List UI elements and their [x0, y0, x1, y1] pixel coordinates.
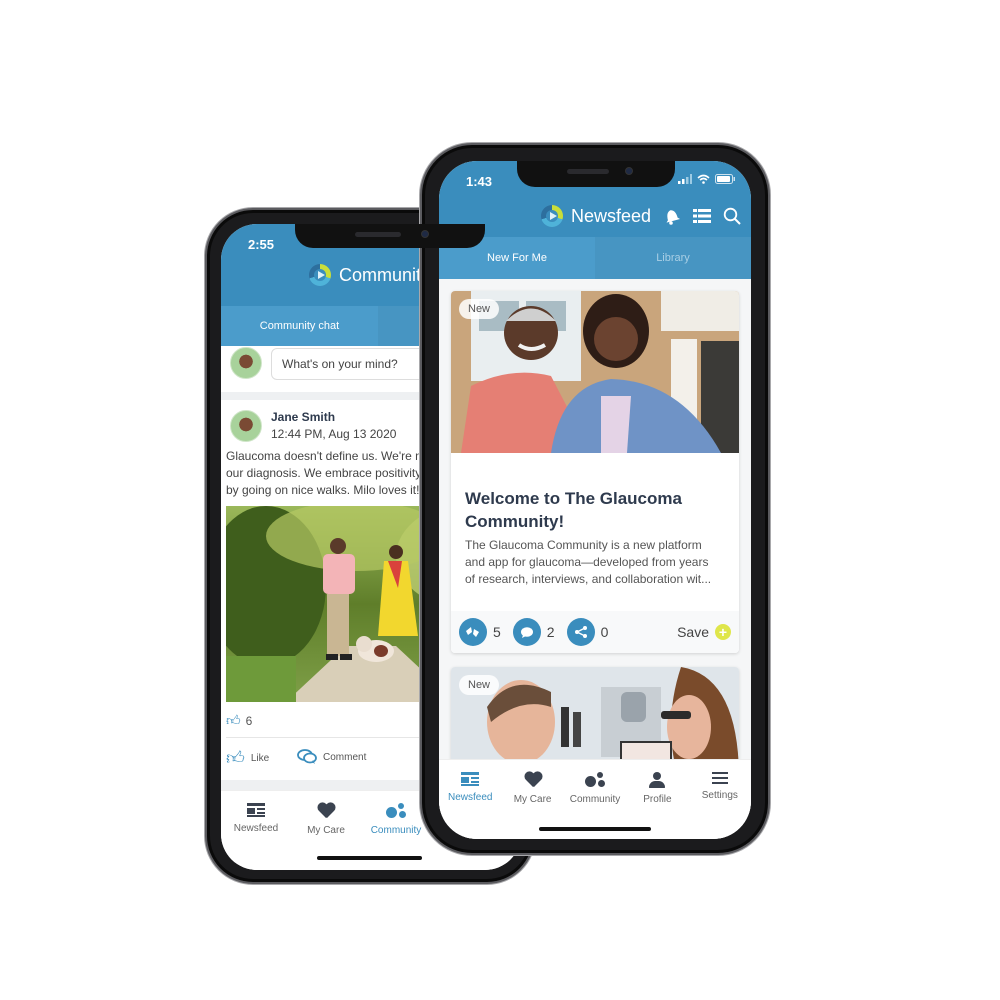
- card-actions: 5 2 0 Save +: [451, 611, 739, 653]
- new-badge: New: [459, 675, 500, 695]
- share-button[interactable]: [566, 618, 595, 646]
- comment-icon: [520, 626, 533, 638]
- search-icon[interactable]: [723, 207, 741, 225]
- community-icon: [386, 803, 406, 819]
- notch: [295, 224, 485, 248]
- battery-icon: [715, 174, 735, 184]
- status-icons: [678, 174, 735, 184]
- post-text-line-1: Glaucoma doesn't define us. We're n: [226, 449, 422, 463]
- post-text-line-2: our diagnosis. We embrace positivity: [226, 466, 422, 480]
- save-label: Save: [677, 624, 709, 640]
- card-title-line-2[interactable]: Community!: [465, 510, 564, 533]
- app-title: Community: [309, 264, 430, 286]
- app-title-text: Newsfeed: [571, 205, 652, 226]
- user-avatar[interactable]: [230, 347, 262, 379]
- card-photo: New: [451, 291, 739, 453]
- bell-icon[interactable]: [663, 207, 681, 225]
- list-icon[interactable]: [693, 208, 711, 224]
- community-icon: [585, 772, 606, 788]
- glaucoma-logo-icon: [541, 205, 563, 227]
- nav-label: Community: [370, 825, 422, 836]
- tab-bar: New For Me Library: [439, 237, 751, 279]
- nav-label: Settings: [701, 790, 738, 801]
- header-actions: [663, 207, 741, 225]
- likes-count: 5: [493, 624, 501, 640]
- glaucoma-logo-icon: [309, 264, 331, 286]
- nav-label: Newsfeed: [233, 823, 279, 834]
- post-author-avatar[interactable]: [230, 410, 262, 442]
- nav-newsfeed[interactable]: Newsfeed: [439, 760, 501, 839]
- heart-icon: [317, 803, 335, 819]
- like-count: 6: [245, 713, 253, 728]
- card-body-line-3: of research, interviews, and collaborati…: [465, 572, 712, 586]
- tab-community-chat[interactable]: Community chat: [221, 306, 378, 346]
- quote-hands-icon: [466, 627, 479, 637]
- wifi-icon: [697, 174, 710, 184]
- nav-label: My Care: [307, 825, 345, 836]
- status-time: 1:43: [466, 174, 493, 189]
- nav-label: Profile: [643, 794, 672, 805]
- tab-library[interactable]: Library: [595, 237, 751, 279]
- notch: [517, 161, 675, 187]
- home-indicator: [539, 827, 651, 831]
- nav-label: Newsfeed: [447, 792, 493, 803]
- share-icon: [574, 626, 587, 638]
- front-phone-screen: 1:43 Newsfeed New For Me Library New Wel…: [439, 161, 751, 839]
- thumbs-up-icon: 👍︎: [226, 748, 245, 768]
- home-indicator: [317, 856, 422, 860]
- shares-count: 0: [600, 624, 609, 640]
- app-title-text: Community: [339, 264, 431, 285]
- comment-button[interactable]: Comment: [297, 749, 366, 765]
- like-button[interactable]: 👍︎ Like: [226, 747, 269, 769]
- newsfeed-icon: [247, 803, 265, 817]
- card-body-line-2: and app for glaucoma—developed from year…: [465, 555, 709, 569]
- save-button[interactable]: Save +: [677, 624, 731, 640]
- new-badge: New: [459, 299, 500, 319]
- like-count-row: 👍︎ 6: [226, 712, 252, 729]
- signal-icon: [678, 174, 692, 184]
- comment-bubbles-icon: [297, 749, 317, 764]
- like-label: Like: [250, 752, 270, 764]
- post-author-name[interactable]: Jane Smith: [271, 410, 335, 424]
- comment-label: Comment: [323, 751, 367, 763]
- app-title: Newsfeed: [541, 205, 651, 227]
- thanks-reaction-button[interactable]: [459, 618, 487, 646]
- newsfeed-icon: [461, 772, 480, 786]
- card-title-line-1[interactable]: Welcome to The Glaucoma: [465, 487, 682, 510]
- nav-newsfeed[interactable]: Newsfeed: [221, 791, 291, 870]
- feed-card[interactable]: New Welcome to The Glaucoma Community! T…: [451, 291, 739, 653]
- plus-icon: +: [715, 624, 731, 640]
- card-body-line-1: The Glaucoma Community is a new platform: [465, 538, 702, 552]
- status-time: 2:55: [248, 237, 275, 252]
- post-timestamp: 12:44 PM, Aug 13 2020: [271, 427, 397, 441]
- comments-count: 2: [546, 624, 555, 640]
- front-phone: 1:43 Newsfeed New For Me Library New Wel…: [420, 143, 770, 855]
- thumbs-up-icon: 👍︎: [226, 712, 241, 728]
- nav-label: My Care: [513, 794, 552, 805]
- nav-settings[interactable]: Settings: [689, 760, 751, 839]
- settings-menu-icon: [711, 772, 728, 784]
- nav-label: Community: [569, 794, 621, 805]
- heart-icon: [524, 772, 542, 788]
- profile-icon: [649, 772, 666, 788]
- comment-button[interactable]: [512, 618, 541, 646]
- post-text-line-3: by going on nice walks. Milo loves it!: [226, 483, 420, 497]
